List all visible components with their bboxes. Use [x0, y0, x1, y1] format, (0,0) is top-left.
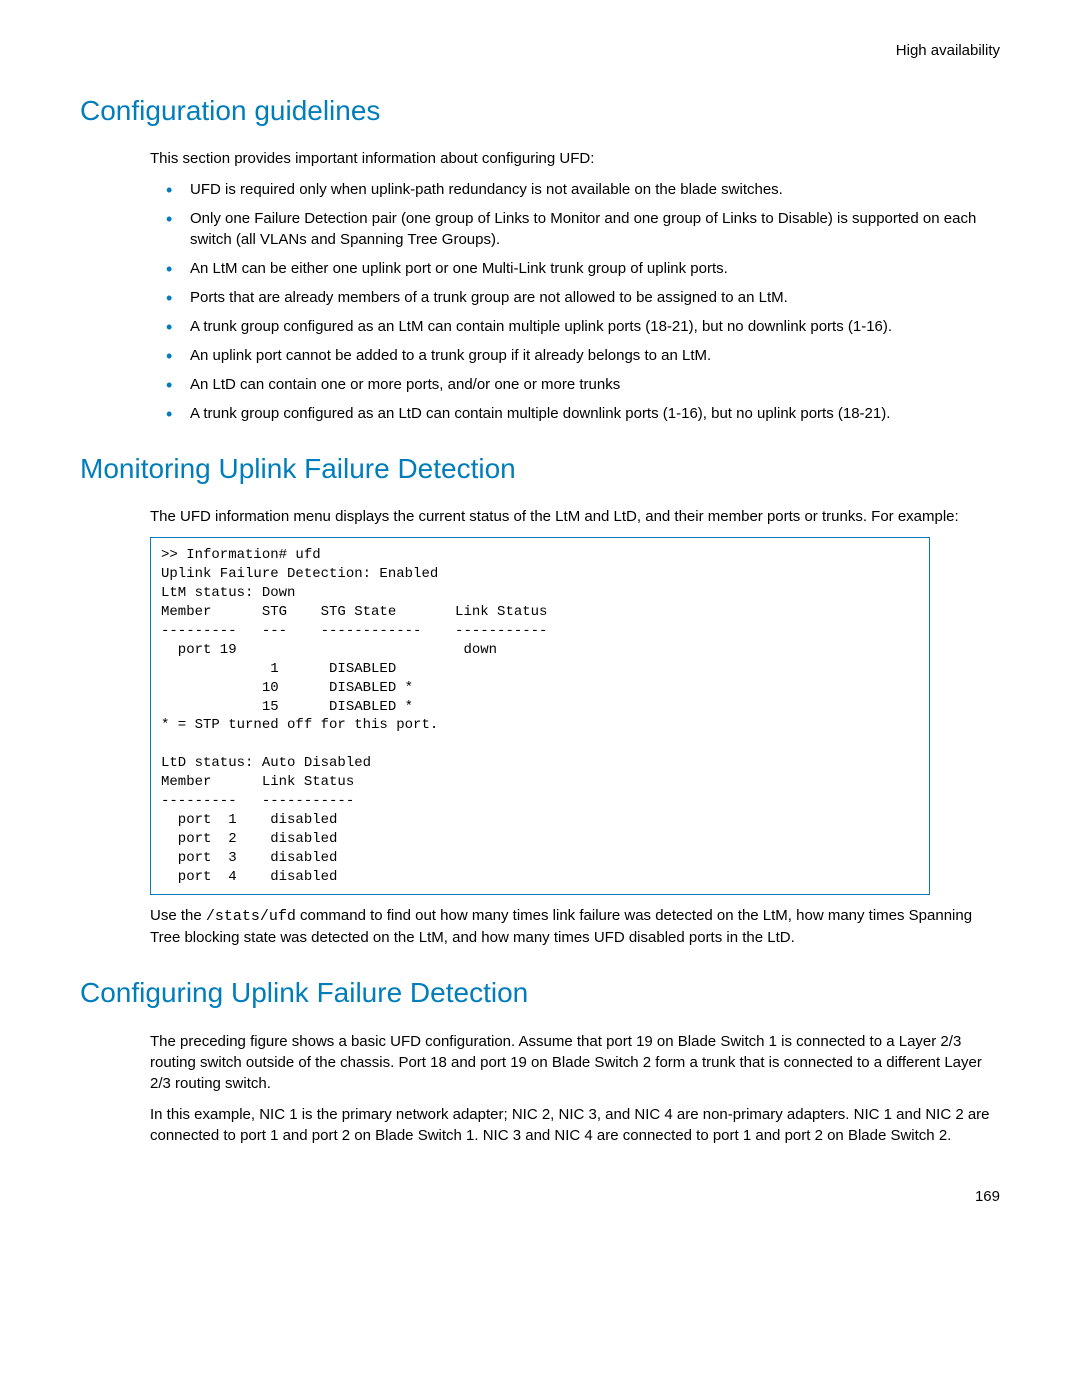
- heading-configuring-ufd: Configuring Uplink Failure Detection: [80, 973, 1000, 1012]
- post-code-prefix: Use the: [150, 907, 206, 924]
- heading-monitoring-ufd: Monitoring Uplink Failure Detection: [80, 449, 1000, 488]
- monitoring-intro: The UFD information menu displays the cu…: [150, 506, 1000, 527]
- bullet-item: An LtD can contain one or more ports, an…: [190, 374, 1000, 395]
- bullet-item: Ports that are already members of a trun…: [190, 287, 1000, 308]
- bullet-item: An uplink port cannot be added to a trun…: [190, 345, 1000, 366]
- configuring-p2: In this example, NIC 1 is the primary ne…: [150, 1104, 1000, 1146]
- bullet-item: A trunk group configured as an LtM can c…: [190, 316, 1000, 337]
- inline-command: /stats/ufd: [206, 908, 296, 925]
- monitoring-post-code: Use the /stats/ufd command to find out h…: [150, 905, 1000, 948]
- ufd-code-block: >> Information# ufd Uplink Failure Detec…: [150, 537, 930, 895]
- bullet-item: An LtM can be either one uplink port or …: [190, 258, 1000, 279]
- heading-config-guidelines: Configuration guidelines: [80, 91, 1000, 130]
- config-intro: This section provides important informat…: [150, 148, 1000, 169]
- page-number: 169: [80, 1186, 1000, 1207]
- chapter-header: High availability: [80, 40, 1000, 61]
- bullet-item: Only one Failure Detection pair (one gro…: [190, 208, 1000, 250]
- bullet-item: UFD is required only when uplink-path re…: [190, 179, 1000, 200]
- configuring-p1: The preceding figure shows a basic UFD c…: [150, 1031, 1000, 1094]
- config-bullets: UFD is required only when uplink-path re…: [150, 179, 1000, 424]
- bullet-item: A trunk group configured as an LtD can c…: [190, 403, 1000, 424]
